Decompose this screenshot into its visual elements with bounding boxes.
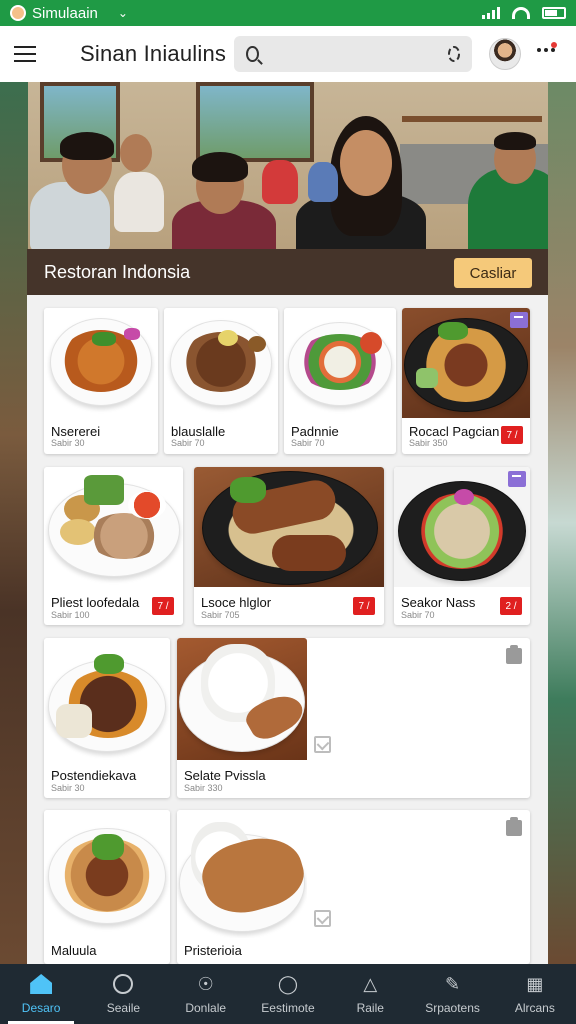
tag-icon[interactable] (508, 471, 526, 487)
menu-item-price: Sabir 350 (409, 438, 448, 448)
avatar[interactable] (489, 38, 521, 70)
photo-right-edge (548, 82, 576, 964)
nav-item-location[interactable]: ◯ Eestimote (247, 964, 329, 1024)
menu-item-card[interactable]: Pliest loofedala Sabir 100 7 / (44, 467, 183, 625)
menu-item-card[interactable]: Postendiekava Sabir 30 (44, 638, 170, 798)
nav-label: Donlale (185, 1001, 227, 1015)
menu-item-card[interactable]: Pristerioia (177, 810, 530, 964)
bottom-navigation: Desaro Seaile ☉ Donlale ◯ Eestimote △ Ra… (0, 964, 576, 1024)
menu-item-price: Sabir 30 (51, 438, 85, 448)
battery-icon (542, 7, 566, 19)
menu-item-name: Pristerioia (184, 943, 242, 958)
restaurant-title: Restoran Indonsia (44, 261, 191, 282)
menu-item-name: Padnnie (291, 424, 339, 439)
menu-item-price: Sabir 70 (171, 438, 205, 448)
quantity-badge: 7 / (152, 597, 174, 615)
menu-item-name: Postendiekava (51, 768, 137, 783)
menu-item-price: Sabir 330 (184, 783, 223, 793)
notification-dot (551, 42, 557, 48)
nav-item-explore[interactable]: ☉ Donlale (165, 964, 247, 1024)
upload-icon: △ (363, 973, 378, 994)
app-title: Sinan Iniaulins (80, 41, 227, 66)
menu-item-name: Rocacl Pagcian (409, 424, 500, 439)
tag-icon[interactable] (510, 312, 528, 328)
menu-item-name: Pliest loofedala (51, 595, 140, 610)
clipboard-icon[interactable] (506, 817, 522, 836)
menu-item-card[interactable]: Padnnie Sabir 70 (284, 308, 396, 454)
menu-item-card[interactable]: Lsoce hlglor Sabir 705 7 / (194, 467, 384, 625)
quantity-badge: 7 / (501, 426, 523, 444)
grid-icon: ▦ (526, 973, 544, 994)
menu-item-card[interactable]: Selate Pvissla Sabir 330 (177, 638, 530, 798)
menu-item-card[interactable]: Nsererei Sabir 30 (44, 308, 158, 454)
menu-item-card[interactable]: Seakor Nass Sabir 70 2 / (394, 467, 530, 625)
wifi-icon (512, 7, 530, 19)
nav-label: Srpaotens (425, 1001, 480, 1015)
menu-item-price: Sabir 30 (51, 783, 85, 793)
status-app-label: Simulaain (32, 4, 98, 22)
menu-item-price: Sabir 70 (291, 438, 325, 448)
nav-label: Eestimote (261, 1001, 315, 1015)
menu-item-price: Sabir 100 (51, 610, 90, 620)
home-icon (30, 973, 53, 995)
photo-left-edge (0, 82, 28, 964)
checkbox-icon[interactable] (314, 910, 331, 927)
menu-item-name: Selate Pvissla (184, 768, 266, 783)
more-options-icon[interactable] (537, 48, 555, 52)
restaurant-header: Restoran Indonsia Casliar (27, 249, 548, 295)
edit-icon: ✎ (445, 973, 461, 994)
nav-item-home[interactable]: Desaro (0, 964, 82, 1024)
status-bar: Simulaain ⌄ (0, 0, 576, 26)
nav-label: Raile (356, 1001, 384, 1015)
search-input[interactable] (266, 46, 448, 62)
search-bar[interactable] (234, 36, 472, 72)
menu-item-card[interactable]: Rocacl Pagcian Sabir 350 7 / (402, 308, 530, 454)
menu-item-name: Lsoce hlglor (201, 595, 272, 610)
profile-icon (10, 5, 26, 21)
signal-icon (482, 7, 500, 19)
quantity-badge: 2 / (500, 597, 522, 615)
menu-item-name: Nsererei (51, 424, 101, 439)
menu-item-name: Seakor Nass (401, 595, 476, 610)
chevron-down-icon[interactable]: ⌄ (118, 6, 128, 20)
menu-item-card[interactable]: Maluula (44, 810, 170, 964)
location-icon: ◯ (277, 973, 299, 994)
settings-icon[interactable] (447, 46, 460, 62)
menu-item-price: Sabir 70 (401, 610, 435, 620)
app-bar: Sinan Iniaulins (0, 26, 576, 82)
menu-item-name: blauslalle (171, 424, 226, 439)
menu-item-price: Sabir 705 (201, 610, 240, 620)
menu-item-card[interactable]: blauslalle Sabir 70 (164, 308, 278, 454)
restaurant-action-button[interactable]: Casliar (454, 258, 532, 288)
search-icon (112, 973, 134, 995)
nav-item-search[interactable]: Seaile (82, 964, 164, 1024)
clipboard-icon[interactable] (506, 645, 522, 664)
nav-item-grid[interactable]: ▦ Alrcans (494, 964, 576, 1024)
search-icon[interactable] (246, 46, 259, 62)
compass-icon: ☉ (197, 973, 214, 994)
nav-label: Desaro (21, 1001, 61, 1015)
nav-item-upload[interactable]: △ Raile (329, 964, 411, 1024)
quantity-badge: 7 / (353, 597, 375, 615)
nav-label: Alrcans (514, 1001, 555, 1015)
menu-item-name: Maluula (51, 943, 97, 958)
nav-label: Seaile (106, 1001, 141, 1015)
menu-icon[interactable] (14, 46, 36, 62)
nav-item-edit[interactable]: ✎ Srpaotens (411, 964, 493, 1024)
checkbox-icon[interactable] (314, 736, 331, 753)
